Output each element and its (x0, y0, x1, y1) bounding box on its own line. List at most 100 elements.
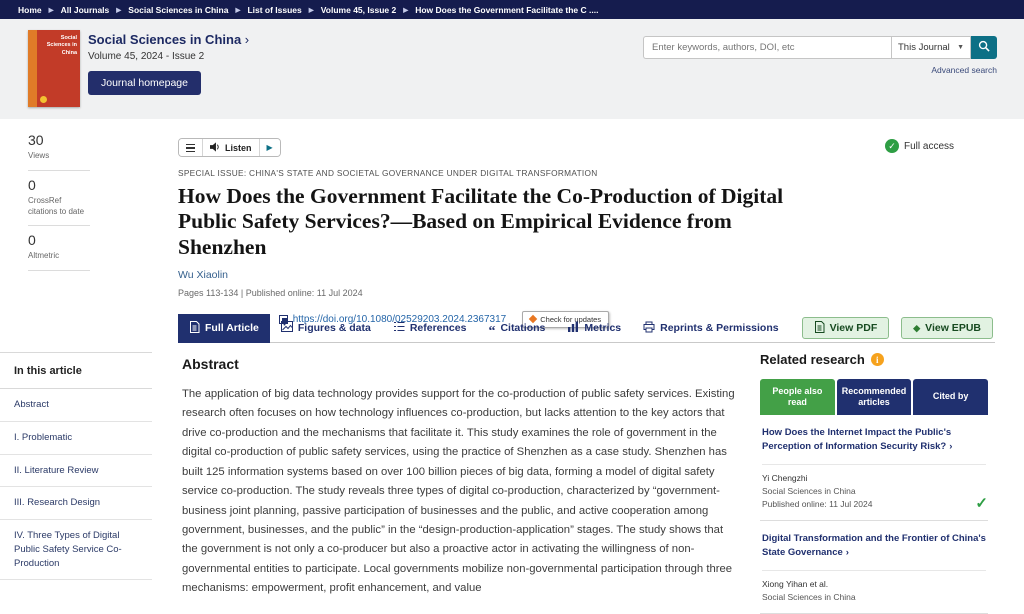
breadcrumb-separator-icon: ▶ (309, 6, 314, 14)
journal-cover-spine (28, 30, 37, 107)
tab-people-also-read[interactable]: People also read (760, 379, 835, 415)
breadcrumb-separator-icon: ▶ (49, 6, 54, 14)
listen-menu-button[interactable] (179, 139, 203, 156)
tab-label: Figures & data (298, 322, 371, 334)
tab-label: Metrics (584, 322, 621, 334)
journal-homepage-button[interactable]: Journal homepage (88, 71, 201, 95)
epub-icon: ◆ (913, 323, 920, 334)
chevron-right-icon: › (846, 547, 849, 558)
toc-item-problematic[interactable]: I. Problematic (0, 422, 152, 455)
search-scope-value: This Journal (898, 42, 950, 53)
chevron-right-icon: › (949, 441, 952, 452)
metric-value: 0 (28, 177, 90, 193)
related-article-source: Social Sciences in China (762, 485, 986, 498)
play-button[interactable]: ▶ (260, 139, 280, 156)
tab-references[interactable]: References (382, 314, 478, 343)
tab-label: Reprints & Permissions (660, 322, 778, 334)
play-icon: ▶ (267, 143, 273, 152)
metric-value: 0 (28, 232, 90, 248)
related-article-item: How Does the Internet Impact the Public'… (760, 415, 988, 521)
toc-item-research-design[interactable]: III. Research Design (0, 487, 152, 520)
breadcrumb-item-current-article: How Does the Government Facilitate the C… (415, 5, 598, 15)
tab-label: Citations (500, 322, 545, 334)
article-tab-bar: Full Article Figures & data References “… (178, 314, 995, 343)
related-article-published: Published online: 11 Jul 2024 (762, 498, 986, 511)
tab-reprints-permissions[interactable]: Reprints & Permissions (632, 314, 789, 343)
document-icon (189, 321, 200, 336)
list-icon (393, 321, 405, 335)
related-article-title: How Does the Internet Impact the Public'… (762, 427, 951, 452)
tab-full-article[interactable]: Full Article (178, 314, 270, 343)
full-access-label: Full access (904, 141, 954, 152)
abstract-heading: Abstract (182, 356, 740, 372)
journal-cover-emblem (40, 96, 47, 103)
toc-item-abstract[interactable]: Abstract (0, 389, 152, 422)
info-icon[interactable]: i (871, 353, 884, 366)
breadcrumb-separator-icon: ▶ (116, 6, 121, 14)
search-button[interactable] (971, 36, 997, 59)
advanced-search-link[interactable]: Advanced search (931, 65, 997, 75)
breadcrumb-item-all-journals[interactable]: All Journals (61, 5, 110, 15)
author-link[interactable]: Wu Xiaolin (178, 269, 228, 281)
search-scope-select[interactable]: This Journal ▼ (891, 36, 971, 59)
check-circle-icon: ✓ (885, 139, 899, 153)
bar-chart-icon (567, 321, 579, 335)
search-bar: This Journal ▼ (643, 36, 997, 59)
tab-cited-by[interactable]: Cited by (913, 379, 988, 415)
printer-icon (643, 321, 655, 336)
related-research-panel: Related research i People also read Reco… (760, 352, 988, 614)
metric-altmetric: 0 Altmetric (28, 226, 90, 271)
chevron-down-icon: ▼ (957, 44, 964, 51)
metric-views: 30 Views (28, 126, 90, 171)
speaker-icon (210, 139, 221, 157)
toc-item-three-types[interactable]: IV. Three Types of Digital Public Safety… (0, 520, 152, 580)
related-article-author: Yi Chengzhi (762, 472, 986, 485)
search-icon (978, 40, 990, 55)
article-title: How Does the Government Facilitate the C… (178, 184, 803, 259)
listen-button[interactable]: Listen (203, 139, 260, 156)
in-this-article-panel: In this article Abstract I. Problematic … (0, 352, 152, 580)
pages-published-meta: Pages 113-134 | Published online: 11 Jul… (178, 288, 803, 298)
related-article-link[interactable]: How Does the Internet Impact the Public'… (762, 426, 986, 455)
search-input[interactable] (643, 36, 891, 59)
breadcrumb: Home ▶ All Journals ▶ Social Sciences in… (0, 0, 1024, 19)
related-research-tabs: People also read Recommended articles Ci… (760, 379, 988, 415)
metric-label: Views (28, 151, 90, 162)
view-pdf-label: View PDF (830, 322, 878, 334)
tab-citations[interactable]: “ Citations (477, 314, 556, 343)
listen-label: Listen (225, 143, 252, 153)
metric-crossref: 0 CrossRef citations to date (28, 171, 90, 227)
journal-name: Social Sciences in China (88, 32, 241, 47)
toc-item-literature-review[interactable]: II. Literature Review (0, 455, 152, 488)
related-article-author: Xiong Yihan et al. (762, 578, 986, 591)
related-article-meta: Xiong Yihan et al. Social Sciences in Ch… (762, 570, 986, 604)
view-epub-label: View EPUB (925, 322, 981, 334)
pdf-document-icon (814, 321, 825, 336)
journal-name-link[interactable]: Social Sciences in China › (88, 32, 249, 47)
journal-cover-image[interactable]: Social Sciences in China (28, 30, 80, 107)
image-icon (281, 321, 293, 335)
related-article-link[interactable]: Digital Transformation and the Frontier … (762, 532, 986, 561)
listen-widget: Listen ▶ (178, 138, 281, 157)
view-pdf-button[interactable]: View PDF (802, 317, 890, 339)
metric-value: 30 (28, 132, 90, 148)
breadcrumb-item-list-of-issues[interactable]: List of Issues (247, 5, 301, 15)
tab-recommended-articles[interactable]: Recommended articles (837, 379, 912, 415)
breadcrumb-item-issue[interactable]: Volume 45, Issue 2 (321, 5, 396, 15)
article-header: Listen ▶ SPECIAL ISSUE: CHINA'S STATE AN… (178, 132, 803, 328)
breadcrumb-item-home[interactable]: Home (18, 5, 42, 15)
chevron-right-icon: › (245, 32, 249, 47)
quote-icon: “ (488, 329, 495, 334)
volume-issue-link[interactable]: Volume 45, 2024 - Issue 2 (88, 51, 204, 62)
breadcrumb-item-journal[interactable]: Social Sciences in China (128, 5, 228, 15)
view-epub-button[interactable]: ◆ View EPUB (901, 317, 993, 339)
access-check-icon: ✓ (975, 494, 988, 512)
tab-metrics[interactable]: Metrics (556, 314, 632, 343)
tab-label: Full Article (205, 322, 259, 334)
tab-figures-data[interactable]: Figures & data (270, 314, 382, 343)
breadcrumb-separator-icon: ▶ (235, 6, 240, 14)
toc-heading: In this article (0, 353, 152, 389)
metric-label: Altmetric (28, 251, 90, 262)
journal-header: Social Sciences in China Social Sciences… (0, 19, 1024, 119)
breadcrumb-separator-icon: ▶ (403, 6, 408, 14)
